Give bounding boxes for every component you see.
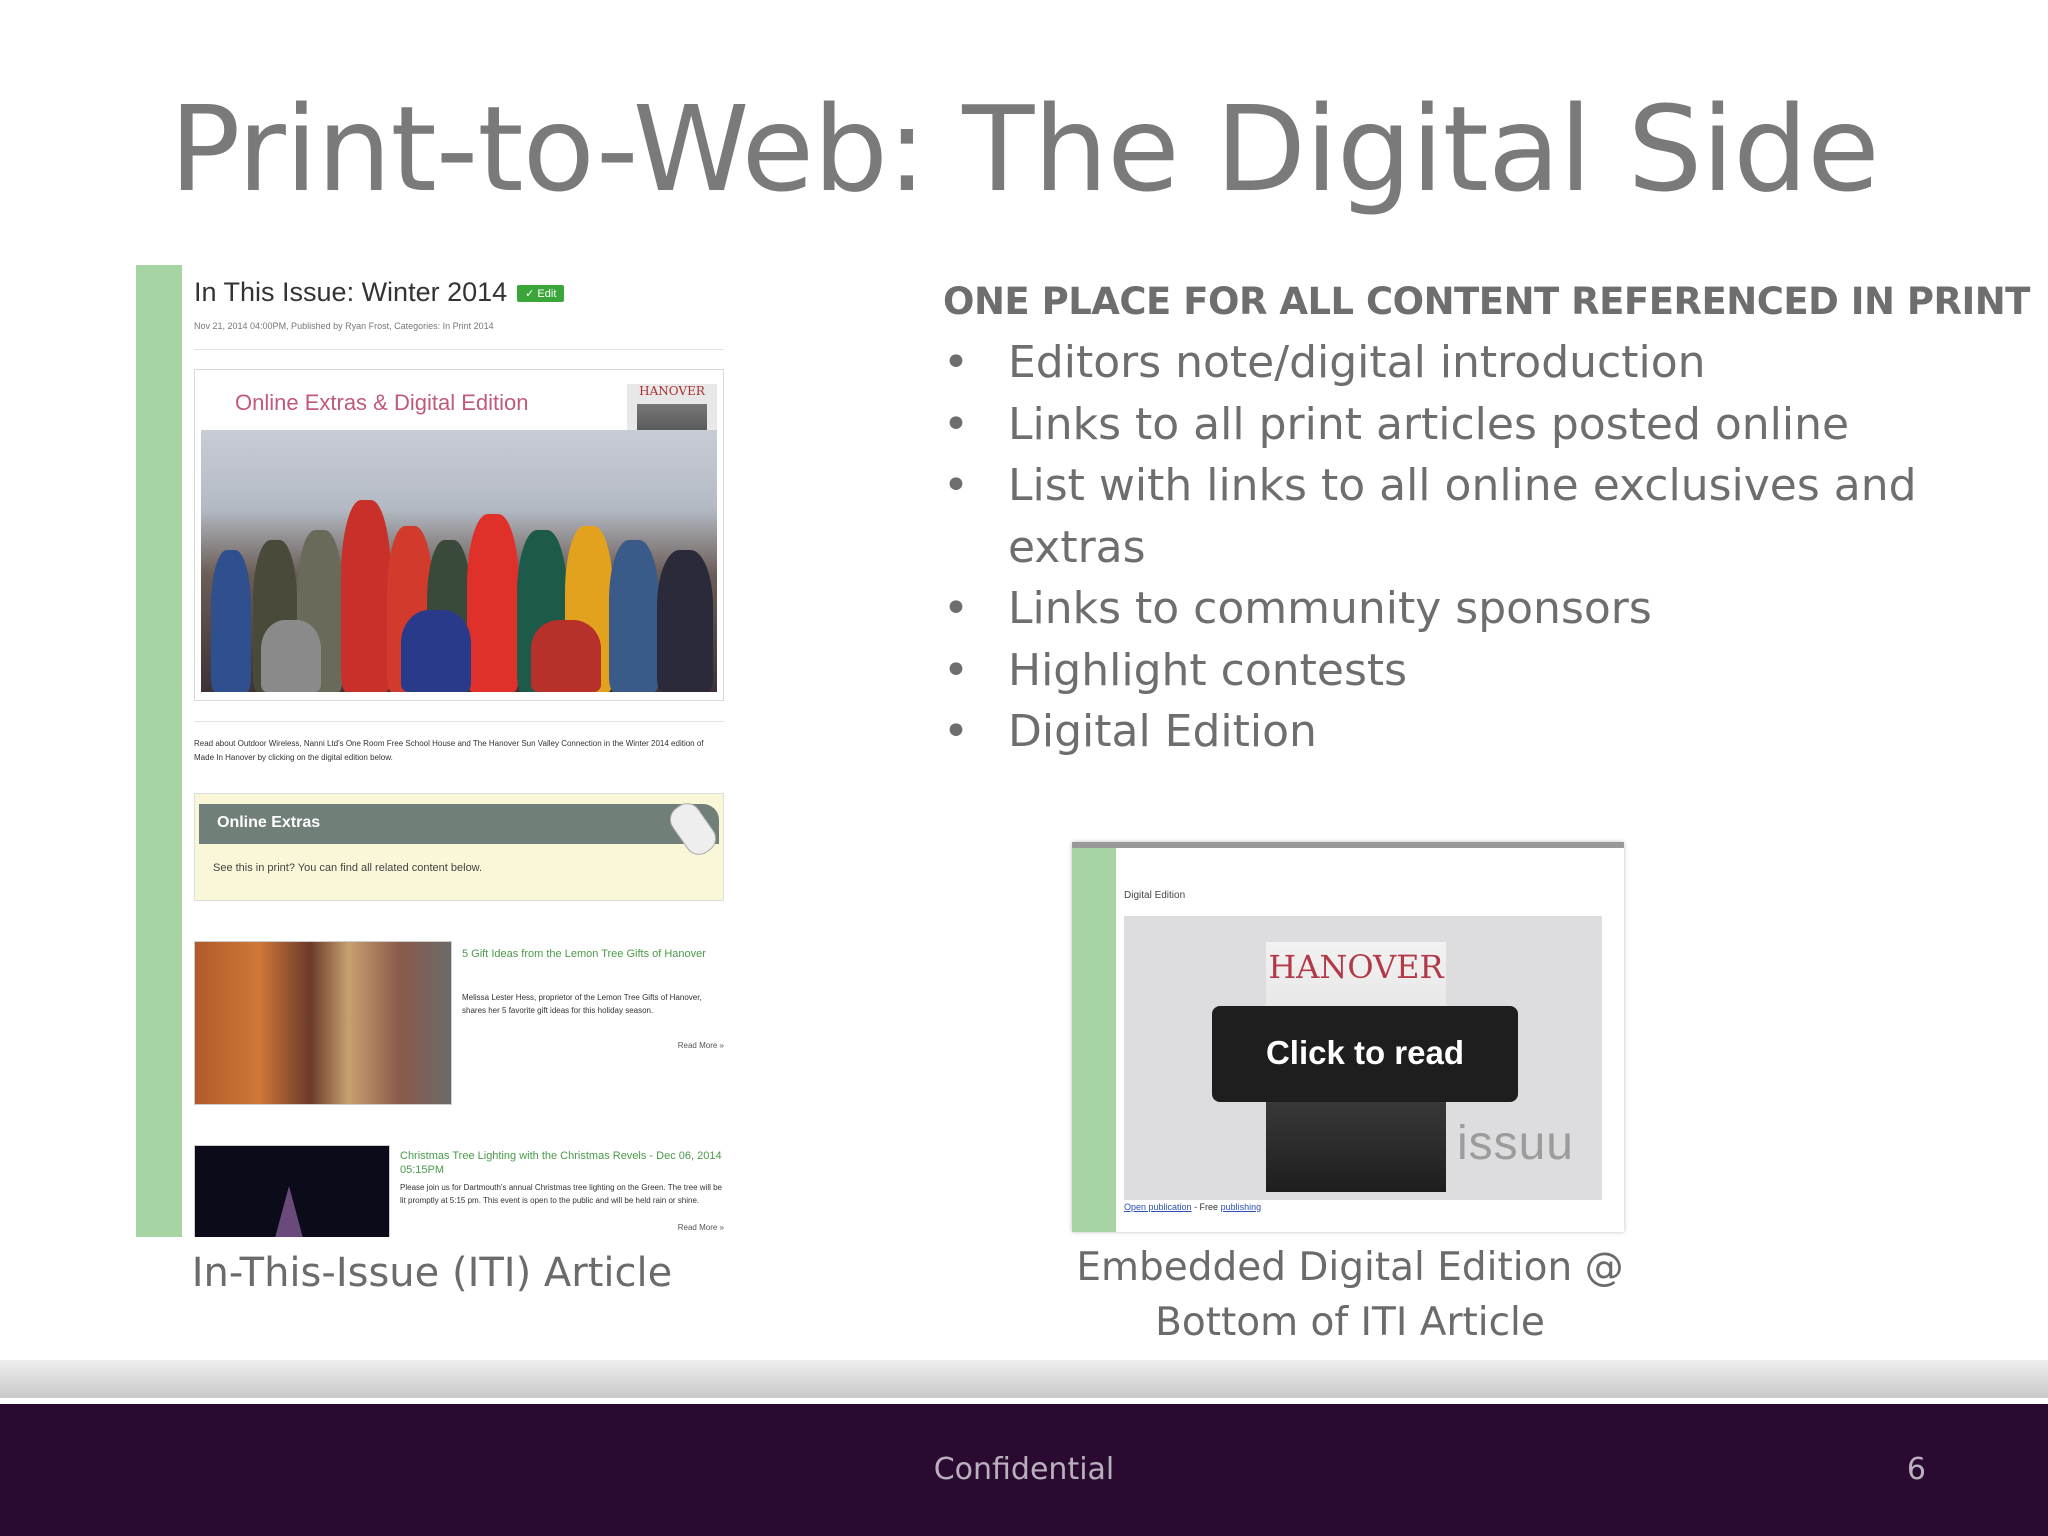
person-shape bbox=[467, 514, 519, 692]
intro-paragraph: Read about Outdoor Wireless, Nanni Ltd's… bbox=[194, 739, 704, 762]
bullet-text: Links to community sponsors bbox=[1008, 583, 1652, 634]
caption-left: In-This-Issue (ITI) Article bbox=[191, 1250, 673, 1296]
top-bar bbox=[1072, 842, 1624, 848]
bullet-list: • Editors note/digital introduction • Link… bbox=[943, 332, 2003, 763]
iti-content: In This Issue: Winter 2014 ✓ Edit Nov 21,… bbox=[194, 265, 724, 1237]
publication-links: Open publication - Free publishing bbox=[1124, 1202, 1261, 1212]
click-to-read-button[interactable]: Click to read bbox=[1212, 1006, 1518, 1102]
online-extras-title: Online Extras bbox=[217, 814, 321, 831]
footer-confidential: Confidential bbox=[933, 1452, 1115, 1487]
iti-meta: Nov 21, 2014 04:00PM, Published by Ryan … bbox=[194, 321, 494, 331]
person-shape bbox=[657, 550, 713, 692]
iti-title-row: In This Issue: Winter 2014 ✓ Edit bbox=[194, 277, 565, 308]
divider bbox=[194, 349, 724, 350]
bullet-glyph: • bbox=[943, 460, 969, 511]
person-shape bbox=[531, 620, 601, 692]
bullet-item: • Digital Edition bbox=[943, 701, 2003, 763]
footer-gradient-band bbox=[0, 1360, 2048, 1398]
open-publication-link[interactable]: Open publication bbox=[1124, 1202, 1192, 1212]
content-heading: ONE PLACE FOR ALL CONTENT REFERENCED IN … bbox=[943, 280, 2030, 323]
caption-right-line1: Embedded Digital Edition @ bbox=[1076, 1245, 1624, 1290]
magazine-title: HANOVER bbox=[1268, 948, 1444, 986]
person-shape bbox=[211, 550, 251, 692]
read-more-link[interactable]: Read More » bbox=[678, 1041, 724, 1050]
online-extras-box: Online Extras See this in print? You can… bbox=[194, 793, 724, 901]
bullet-item: • Editors note/digital introduction bbox=[943, 332, 2003, 394]
cover-label: HANOVER bbox=[639, 384, 705, 398]
click-to-read-label: Click to read bbox=[1265, 1034, 1465, 1071]
link-separator: - Free bbox=[1191, 1202, 1221, 1212]
online-extras-header: Online Extras bbox=[199, 804, 719, 844]
article-excerpt: Please join us for Dartmouth's annual Ch… bbox=[400, 1183, 722, 1205]
bullet-item: • Highlight contests bbox=[943, 640, 2003, 702]
caption-right-line2: Bottom of ITI Article bbox=[1155, 1300, 1545, 1345]
issuu-logo: issuu bbox=[1456, 1117, 1574, 1170]
bullet-text: Digital Edition bbox=[1008, 706, 1317, 757]
article-thumbnail[interactable] bbox=[194, 941, 452, 1105]
iti-title: In This Issue: Winter 2014 bbox=[194, 277, 508, 307]
digital-edition-label: Digital Edition bbox=[1124, 890, 1186, 901]
bullet-text: Highlight contests bbox=[1008, 644, 1408, 696]
list-item: 5 Gift Ideas from the Lemon Tree Gifts o… bbox=[194, 941, 724, 1131]
green-sidebar-stripe bbox=[1072, 848, 1116, 1232]
slide-title: Print-to-Web: The Digital Side bbox=[169, 80, 1879, 218]
bullet-item: • Links to all print articles posted onli… bbox=[943, 394, 2003, 456]
bullet-text: Editors note/digital introduction bbox=[1008, 337, 1706, 388]
bullet-glyph: • bbox=[943, 644, 969, 696]
bullet-glyph: • bbox=[943, 398, 969, 450]
person-shape bbox=[261, 620, 321, 692]
article-thumbnail[interactable] bbox=[194, 1145, 390, 1237]
caption-right: Embedded Digital Edition @ Bottom of ITI… bbox=[1010, 1240, 1690, 1350]
person-shape bbox=[609, 540, 659, 692]
list-item: Christmas Tree Lighting with the Christm… bbox=[194, 1145, 724, 1237]
read-more-link[interactable]: Read More » bbox=[678, 1223, 724, 1232]
footer-bar: Confidential 6 bbox=[0, 1404, 2048, 1536]
bullet-item: • Links to community sponsors bbox=[943, 578, 2003, 640]
green-sidebar-stripe bbox=[136, 265, 182, 1237]
article-excerpt: Melissa Lester Hess, proprietor of the L… bbox=[462, 993, 702, 1015]
digital-edition-screenshot: Digital Edition HANOVER Click to read is… bbox=[1072, 842, 1624, 1232]
person-shape bbox=[401, 610, 471, 692]
article-title-link[interactable]: 5 Gift Ideas from the Lemon Tree Gifts o… bbox=[462, 947, 724, 961]
bullet-glyph: • bbox=[943, 337, 969, 388]
bullet-glyph: • bbox=[943, 583, 969, 634]
iti-article-screenshot: In This Issue: Winter 2014 ✓ Edit Nov 21,… bbox=[136, 265, 728, 1237]
article-title-link[interactable]: Christmas Tree Lighting with the Christm… bbox=[400, 1149, 724, 1177]
bullet-text: List with links to all online exclusives… bbox=[1008, 460, 1917, 573]
page-number: 6 bbox=[1906, 1452, 1926, 1487]
bullet-item: • List with links to all online exclusive… bbox=[943, 455, 2003, 578]
online-extras-subtitle: See this in print? You can find all rela… bbox=[213, 862, 483, 874]
issuu-viewer[interactable]: HANOVER Click to read issuu bbox=[1124, 916, 1602, 1200]
person-shape bbox=[341, 500, 391, 692]
extras-heading: Online Extras & Digital Edition bbox=[235, 390, 529, 415]
bullet-glyph: • bbox=[943, 706, 969, 757]
bullet-text: Links to all print articles posted onlin… bbox=[1008, 398, 1850, 450]
online-extras-digital-edition-banner[interactable]: Online Extras & Digital Edition HANOVER bbox=[194, 369, 724, 701]
group-photo bbox=[201, 430, 717, 692]
edit-badge[interactable]: ✓ Edit bbox=[517, 285, 565, 303]
publishing-link[interactable]: publishing bbox=[1221, 1202, 1262, 1212]
tree-shape bbox=[275, 1186, 303, 1237]
divider bbox=[194, 721, 724, 722]
